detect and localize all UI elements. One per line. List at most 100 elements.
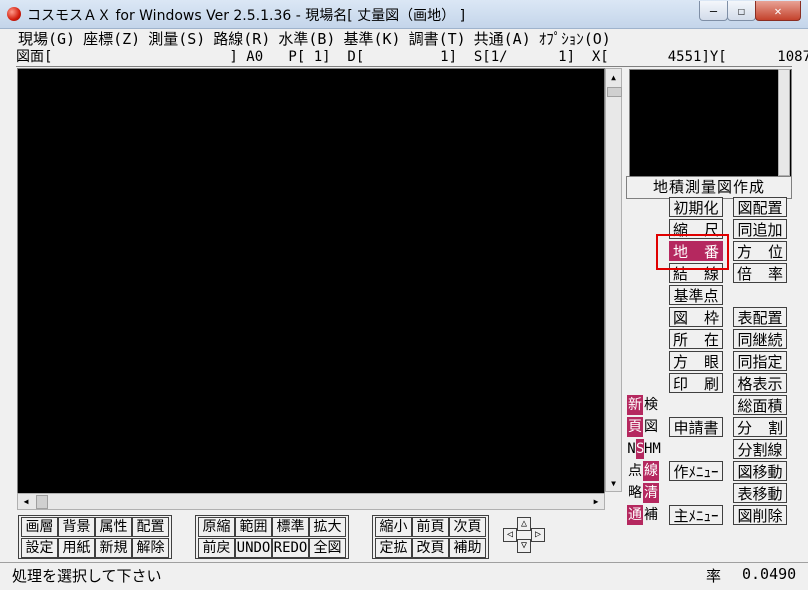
toolbar-button-group3-0-2[interactable]: 次頁 bbox=[449, 517, 486, 537]
panel-mini-button-4-a[interactable]: 略 bbox=[627, 483, 643, 503]
panel-col1-button-0[interactable]: 初期化 bbox=[669, 197, 723, 217]
toolbar-button-group1-0-0[interactable]: 画層 bbox=[21, 517, 58, 537]
selection-frame bbox=[656, 234, 729, 270]
panel-col2-button-14[interactable]: 図削除 bbox=[733, 505, 787, 525]
toolbar-button-group3-0-0[interactable]: 縮小 bbox=[375, 517, 412, 537]
vertical-scrollbar[interactable]: ▲ ▼ bbox=[605, 68, 622, 492]
panel-col2-button-12[interactable]: 図移動 bbox=[733, 461, 787, 481]
scroll-right-arrow-icon[interactable]: ▶ bbox=[588, 494, 604, 509]
pan-up-arrow-icon[interactable]: △ bbox=[517, 517, 531, 531]
pan-left-arrow-icon[interactable]: ◁ bbox=[503, 528, 517, 542]
panel-col2-button-10[interactable]: 分割 bbox=[733, 417, 787, 437]
toolbar-button-group1-0-1[interactable]: 背景 bbox=[58, 517, 95, 537]
rate-value: 0.0490 bbox=[742, 565, 797, 583]
maximize-button[interactable]: ☐ bbox=[727, 1, 756, 21]
panel-mini-button-2-b[interactable]: S bbox=[636, 439, 644, 459]
panel-col1-label-part: 刷 bbox=[703, 375, 719, 393]
toolbar-button-group2-0-0[interactable]: 原縮 bbox=[198, 517, 235, 537]
panel-col2-button-13[interactable]: 表移動 bbox=[733, 483, 787, 503]
menu-item-6[interactable]: 調書(T) bbox=[405, 29, 470, 49]
panel-mini-button-0-b[interactable]: 検 bbox=[643, 395, 659, 415]
panel-mini-button-2-a[interactable]: N bbox=[627, 439, 636, 459]
overview-scrollbar[interactable] bbox=[778, 69, 790, 176]
panel-col1-button-4[interactable]: 基準点 bbox=[669, 285, 723, 305]
panel-mini-button-0-a[interactable]: 新 bbox=[627, 395, 643, 415]
toolbar-button-group1-1-1[interactable]: 用紙 bbox=[58, 538, 95, 558]
toolbar-button-group2-1-3[interactable]: 全図 bbox=[309, 538, 346, 558]
toolbar-button-group2-0-2[interactable]: 標準 bbox=[272, 517, 309, 537]
panel-col2-button-2[interactable]: 方位 bbox=[733, 241, 787, 261]
scroll-left-arrow-icon[interactable]: ◀ bbox=[18, 494, 34, 509]
panel-col1-button-12[interactable]: 作ﾒﾆｭｰ bbox=[669, 461, 723, 481]
pan-down-arrow-icon[interactable]: ▽ bbox=[517, 539, 531, 553]
panel-col1-label-part: 眼 bbox=[703, 353, 719, 371]
toolbar-button-group3-1-1[interactable]: 改頁 bbox=[412, 538, 449, 558]
panel-col2-button-6[interactable]: 同継続 bbox=[733, 329, 787, 349]
scroll-up-arrow-icon[interactable]: ▲ bbox=[606, 69, 621, 85]
panel-col1-label-part: 図 bbox=[673, 309, 689, 327]
panel-col1-button-5[interactable]: 図枠 bbox=[669, 307, 723, 327]
menu-item-8[interactable]: ｵﾌﾟｼｮﾝ(O) bbox=[535, 29, 615, 49]
menu-item-5[interactable]: 基準(K) bbox=[339, 29, 404, 49]
toolbar-button-group2-0-1[interactable]: 範囲 bbox=[235, 517, 272, 537]
toolbar-button-group3-1-2[interactable]: 補助 bbox=[449, 538, 486, 558]
panel-mini-button-1-a[interactable]: 頁 bbox=[627, 417, 643, 437]
panel-col2-button-7[interactable]: 同指定 bbox=[733, 351, 787, 371]
toolbar-button-group3-0-1[interactable]: 前頁 bbox=[412, 517, 449, 537]
scroll-down-arrow-icon[interactable]: ▼ bbox=[606, 475, 621, 491]
panel-col1-button-8[interactable]: 印刷 bbox=[669, 373, 723, 393]
menu-item-3[interactable]: 路線(R) bbox=[209, 29, 274, 49]
panel-title: 地積測量図作成 bbox=[626, 176, 792, 199]
status-message: 処理を選択して下さい bbox=[12, 567, 162, 585]
panel-col1-button-7[interactable]: 方眼 bbox=[669, 351, 723, 371]
minimize-button[interactable]: — bbox=[699, 1, 728, 21]
menu-item-0[interactable]: 現場(G) bbox=[14, 29, 79, 49]
panel-col2-button-8[interactable]: 格表示 bbox=[733, 373, 787, 393]
status-bar: 処理を選択して下さい 率 0.0490 bbox=[0, 562, 808, 590]
toolbar-button-group1-1-0[interactable]: 設定 bbox=[21, 538, 58, 558]
toolbar-button-group1-0-2[interactable]: 属性 bbox=[95, 517, 132, 537]
panel-mini-button-2-c[interactable]: HM bbox=[644, 439, 661, 459]
panel-mini-button-4-b[interactable]: 清 bbox=[643, 483, 659, 503]
panel-col2-label-part: 方 bbox=[737, 243, 753, 261]
menu-item-4[interactable]: 水準(B) bbox=[274, 29, 339, 49]
pan-right-arrow-icon[interactable]: ▷ bbox=[531, 528, 545, 542]
panel-mini-button-3-a[interactable]: 点 bbox=[627, 461, 643, 481]
toolbar-button-group1-1-2[interactable]: 新規 bbox=[95, 538, 132, 558]
toolbar-button-group1-1-3[interactable]: 解除 bbox=[132, 538, 169, 558]
menu-item-7[interactable]: 共通(A) bbox=[470, 29, 535, 49]
horizontal-scrollbar[interactable]: ◀ ▶ bbox=[17, 493, 605, 510]
overview-map[interactable] bbox=[629, 69, 792, 178]
toolbar-button-group2-0-3[interactable]: 拡大 bbox=[309, 517, 346, 537]
toolbar-button-group1-0-3[interactable]: 配置 bbox=[132, 517, 169, 537]
menu-item-1[interactable]: 座標(Z) bbox=[79, 29, 144, 49]
window-title: コスモスＡＸ for Windows Ver 2.5.1.36 - 現場名[ 丈… bbox=[27, 8, 466, 24]
panel-col2-button-5[interactable]: 表配置 bbox=[733, 307, 787, 327]
drawing-canvas[interactable] bbox=[17, 68, 605, 494]
title-bar[interactable]: コスモスＡＸ for Windows Ver 2.5.1.36 - 現場名[ 丈… bbox=[0, 0, 808, 29]
menu-item-2[interactable]: 測量(S) bbox=[144, 29, 209, 49]
panel-col2-button-11[interactable]: 分割線 bbox=[733, 439, 787, 459]
toolbar-button-group2-1-2[interactable]: REDO bbox=[272, 538, 309, 558]
vertical-scroll-thumb[interactable] bbox=[607, 87, 622, 97]
horizontal-scroll-thumb[interactable] bbox=[36, 495, 48, 509]
close-button[interactable]: ✕ bbox=[755, 1, 801, 21]
panel-mini-button-5-b[interactable]: 補 bbox=[643, 505, 659, 525]
toolbar-button-group2-1-0[interactable]: 前戻 bbox=[198, 538, 235, 558]
panel-col1-button-6[interactable]: 所在 bbox=[669, 329, 723, 349]
panel-col1-label-part: 方 bbox=[673, 353, 689, 371]
panel-col1-button-14[interactable]: 主ﾒﾆｭｰ bbox=[669, 505, 723, 525]
panel-col1-label-part: 印 bbox=[673, 375, 689, 393]
panel-col2-button-0[interactable]: 図配置 bbox=[733, 197, 787, 217]
panel-col2-label-part: 率 bbox=[767, 265, 783, 283]
toolbar-button-group3-1-0[interactable]: 定拡 bbox=[375, 538, 412, 558]
panel-mini-button-1-b[interactable]: 図 bbox=[643, 417, 659, 437]
panel-col2-button-3[interactable]: 倍率 bbox=[733, 263, 787, 283]
panel-mini-button-3-b[interactable]: 線 bbox=[643, 461, 659, 481]
app-icon bbox=[7, 7, 21, 21]
panel-mini-button-5-a[interactable]: 通 bbox=[627, 505, 643, 525]
panel-col2-button-9[interactable]: 総面積 bbox=[733, 395, 787, 415]
panel-col2-button-1[interactable]: 同追加 bbox=[733, 219, 787, 239]
toolbar-button-group2-1-1[interactable]: UNDO bbox=[235, 538, 272, 558]
panel-col1-button-10[interactable]: 申請書 bbox=[669, 417, 723, 437]
